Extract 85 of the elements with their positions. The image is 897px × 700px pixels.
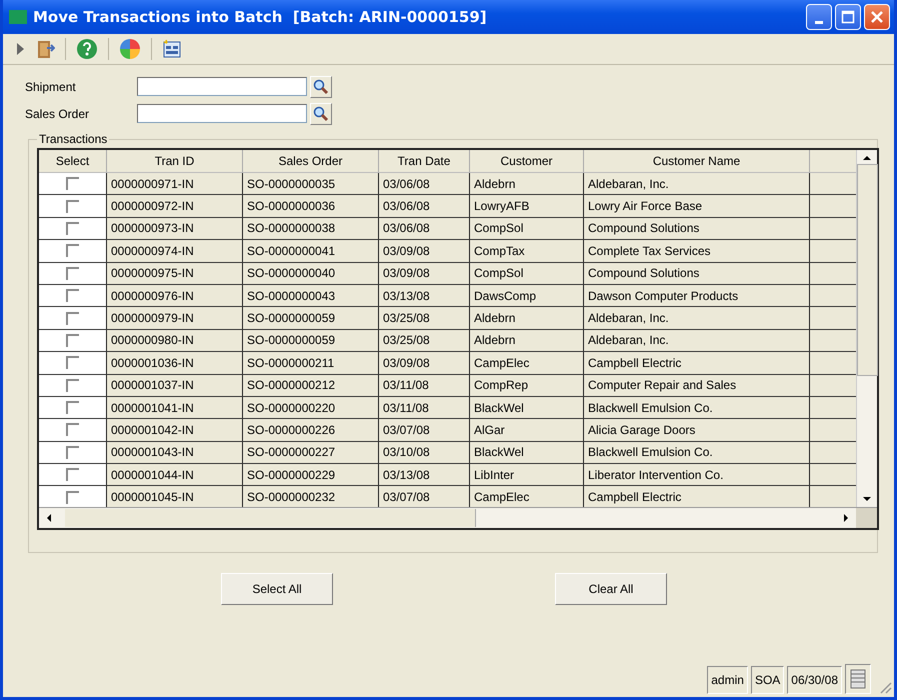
table-cell: CompRep <box>470 374 584 396</box>
table-cell: 03/07/08 <box>379 419 470 441</box>
table-cell: LibInter <box>470 464 584 486</box>
table-cell: Campbell Electric <box>584 352 810 374</box>
table-cell: Liberator Intervention Co. <box>584 464 810 486</box>
table-cell: CompSol <box>470 262 584 284</box>
status-panel: SOA <box>750 666 784 694</box>
table-cell: 03/25/08 <box>379 307 470 329</box>
table-cell: 0000001041-IN <box>107 396 243 418</box>
table-cell: Computer Repair and Sales <box>584 374 810 396</box>
table-cell: 03/25/08 <box>379 330 470 352</box>
table-cell: Aldebaran, Inc. <box>584 307 810 329</box>
table-cell: 0000000975-IN <box>107 262 243 284</box>
table-cell: Complete Tax Services <box>584 240 810 262</box>
table-cell: 0000000974-IN <box>107 240 243 262</box>
table-cell: 0000001037-IN <box>107 374 243 396</box>
table-cell: SO-0000000059 <box>243 307 379 329</box>
table-cell: Aldebaran, Inc. <box>584 330 810 352</box>
table-cell: SO-0000000227 <box>243 442 379 464</box>
action-button[interactable]: Clear All <box>555 573 667 605</box>
table-cell: Blackwell Emulsion Co. <box>584 442 810 464</box>
table-cell: CompTax <box>470 240 584 262</box>
table-cell: SO-0000000229 <box>243 464 379 486</box>
table-cell: 0000001044-IN <box>107 464 243 486</box>
table-cell: 0000000971-IN <box>107 173 243 194</box>
table-cell: Aldebaran, Inc. <box>584 173 810 194</box>
table-cell: SO-0000000043 <box>243 284 379 306</box>
table-cell: SO-0000000220 <box>243 396 379 418</box>
table-cell: 03/09/08 <box>379 240 470 262</box>
table-cell: 03/06/08 <box>379 218 470 240</box>
table-cell: Alicia Garage Doors <box>584 419 810 441</box>
table-cell: AlGar <box>470 419 584 441</box>
table-cell: 03/09/08 <box>379 352 470 374</box>
table-cell: 03/09/08 <box>379 262 470 284</box>
table-cell: Aldebrn <box>470 330 584 352</box>
table-cell: Blackwell Emulsion Co. <box>584 396 810 418</box>
column-header[interactable]: Sales Order <box>243 150 379 172</box>
table-cell: Compound Solutions <box>584 262 810 284</box>
table-cell: SO-0000000211 <box>243 352 379 374</box>
table-cell: SO-0000000038 <box>243 218 379 240</box>
table-cell: DawsComp <box>470 284 584 306</box>
table-cell: 0000000976-IN <box>107 284 243 306</box>
table-cell: 03/11/08 <box>379 374 470 396</box>
column-header[interactable]: Tran ID <box>107 150 243 172</box>
column-header[interactable]: Customer Name <box>584 150 810 172</box>
table-cell: CampElec <box>470 352 584 374</box>
table-cell: 03/06/08 <box>379 195 470 217</box>
table-cell: 0000001043-IN <box>107 442 243 464</box>
column-header[interactable]: Customer <box>470 150 584 172</box>
table-cell: 0000001042-IN <box>107 419 243 441</box>
table-cell: SO-0000000035 <box>243 173 379 194</box>
field-label: Sales Order <box>25 106 90 120</box>
table-cell: Aldebrn <box>470 173 584 194</box>
status-panel: admin <box>707 666 748 694</box>
table-cell: 0000001036-IN <box>107 352 243 374</box>
column-header[interactable]: Tran Date <box>379 150 470 172</box>
table-cell: SO-0000000212 <box>243 374 379 396</box>
table-cell: 03/06/08 <box>379 173 470 194</box>
action-button[interactable]: Select All <box>221 573 333 605</box>
table-cell: SO-0000000226 <box>243 419 379 441</box>
table-cell: 03/13/08 <box>379 464 470 486</box>
table-cell: Lowry Air Force Base <box>584 195 810 217</box>
table-cell: Dawson Computer Products <box>584 284 810 306</box>
group-label: Transactions <box>37 132 110 146</box>
table-cell: BlackWel <box>470 442 584 464</box>
table-cell: SO-0000000059 <box>243 330 379 352</box>
column-header[interactable]: Select <box>39 150 107 172</box>
table-cell: CompSol <box>470 218 584 240</box>
table-cell: Aldebrn <box>470 307 584 329</box>
table-cell: 0000000980-IN <box>107 330 243 352</box>
table-cell: 03/10/08 <box>379 442 470 464</box>
table-cell: Compound Solutions <box>584 218 810 240</box>
field-label: Shipment <box>25 80 77 94</box>
table-cell: SO-0000000036 <box>243 195 379 217</box>
table-cell: 03/11/08 <box>379 396 470 418</box>
table-cell: SO-0000000041 <box>243 240 379 262</box>
status-panel: 06/30/08 <box>787 666 842 694</box>
window-title: Move Transactions into Batch [Batch: ARIN-0000159] <box>33 8 488 26</box>
table-cell: 03/13/08 <box>379 284 470 306</box>
table-cell: 0000000972-IN <box>107 195 243 217</box>
table-cell: 0000000973-IN <box>107 218 243 240</box>
table-cell: BlackWel <box>470 396 584 418</box>
table-cell: LowryAFB <box>470 195 584 217</box>
table-cell: 0000000979-IN <box>107 307 243 329</box>
table-cell: SO-0000000040 <box>243 262 379 284</box>
